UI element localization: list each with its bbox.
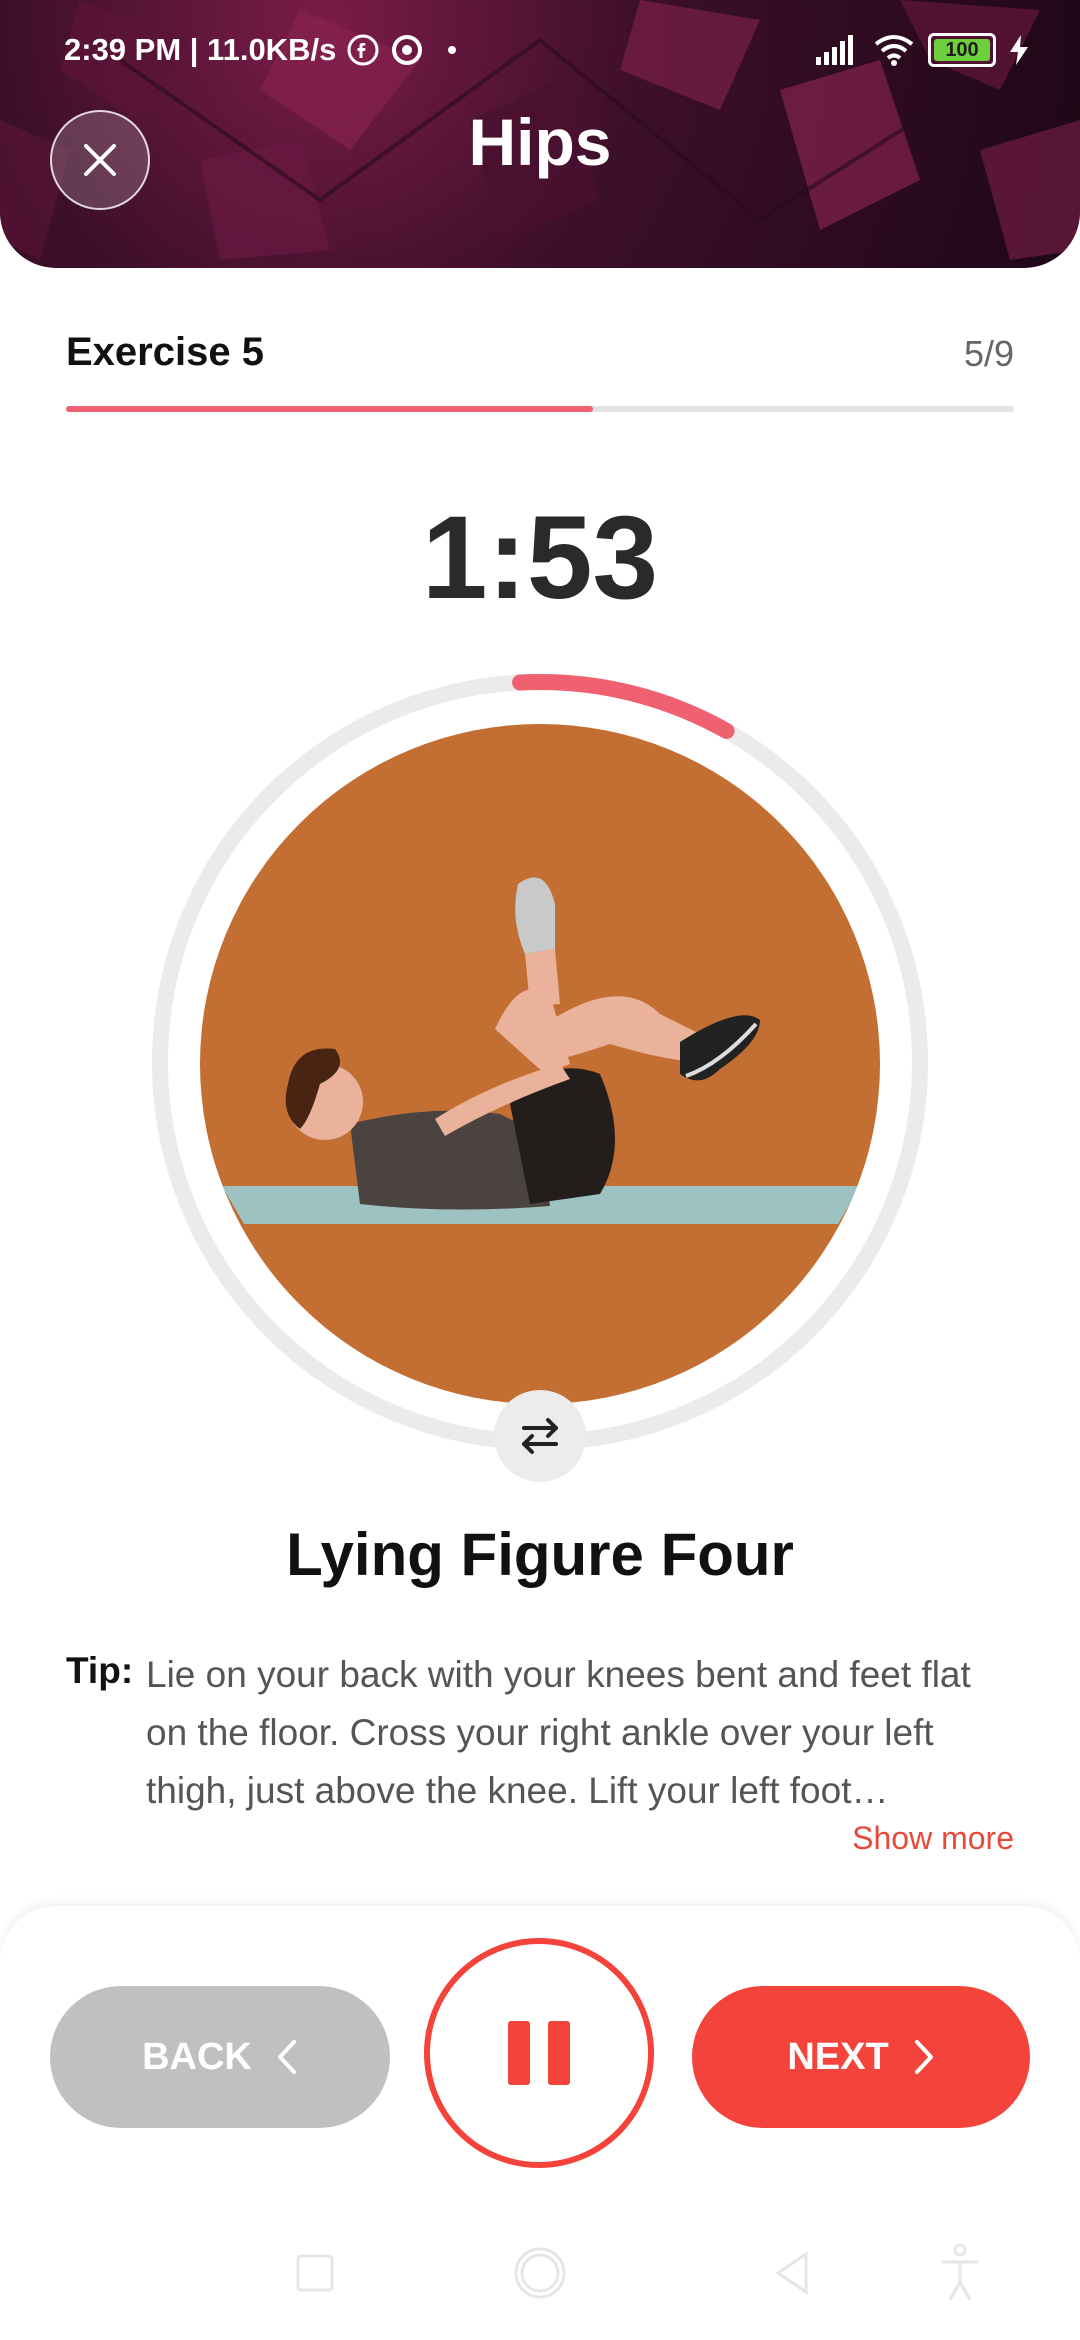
back-button-label: BACK xyxy=(142,2035,252,2078)
back-nav-icon xyxy=(775,2251,808,2295)
back-button[interactable]: BACK xyxy=(50,1986,390,2128)
status-time: 2:39 PM | 11.0KB/s xyxy=(64,32,337,67)
pause-icon xyxy=(508,2021,530,2085)
countdown-timer: 1:53 xyxy=(421,492,659,624)
header-banner: 2:39 PM | 11.0KB/s 100 Hips xyxy=(0,0,1080,268)
workout-progress-bar xyxy=(66,406,1014,412)
workout-progress-fill xyxy=(66,406,594,412)
switch-side-button[interactable] xyxy=(494,1390,586,1482)
next-button-label: NEXT xyxy=(787,2035,889,2078)
sync-icon xyxy=(392,35,423,65)
signal-icon xyxy=(816,35,853,65)
status-bar-left: 2:39 PM | 11.0KB/s xyxy=(64,28,457,72)
swap-arrows-icon xyxy=(522,1418,558,1454)
system-navigation-bar xyxy=(296,2243,978,2301)
battery-indicator: 100 xyxy=(928,33,996,67)
battery-level: 100 xyxy=(945,38,979,61)
exercise-illustration xyxy=(200,724,880,1404)
next-button[interactable]: NEXT xyxy=(692,1986,1030,2128)
tip-text: Lie on your back with your knees bent an… xyxy=(146,1654,971,1811)
page-title: Hips xyxy=(468,105,612,179)
tip-label: Tip: xyxy=(66,1650,134,1691)
charging-icon xyxy=(1010,35,1028,65)
accessibility-icon xyxy=(942,2243,978,2301)
status-bar-right: 100 xyxy=(816,28,1028,72)
exercise-name: Lying Figure Four xyxy=(286,1521,794,1588)
notification-dot-icon xyxy=(448,46,457,54)
exercise-count: 5/9 xyxy=(963,333,1014,374)
exercise-label: Exercise 5 xyxy=(66,330,264,374)
chevron-right-icon xyxy=(914,2040,933,2074)
exercise-figure-image xyxy=(222,877,860,1224)
pause-button[interactable] xyxy=(424,1938,654,2168)
facebook-icon xyxy=(347,34,379,66)
recents-icon xyxy=(296,2254,334,2292)
wifi-icon xyxy=(874,35,914,66)
chevron-left-icon xyxy=(277,2040,296,2074)
show-more-link[interactable]: Show more xyxy=(852,1820,1014,1857)
